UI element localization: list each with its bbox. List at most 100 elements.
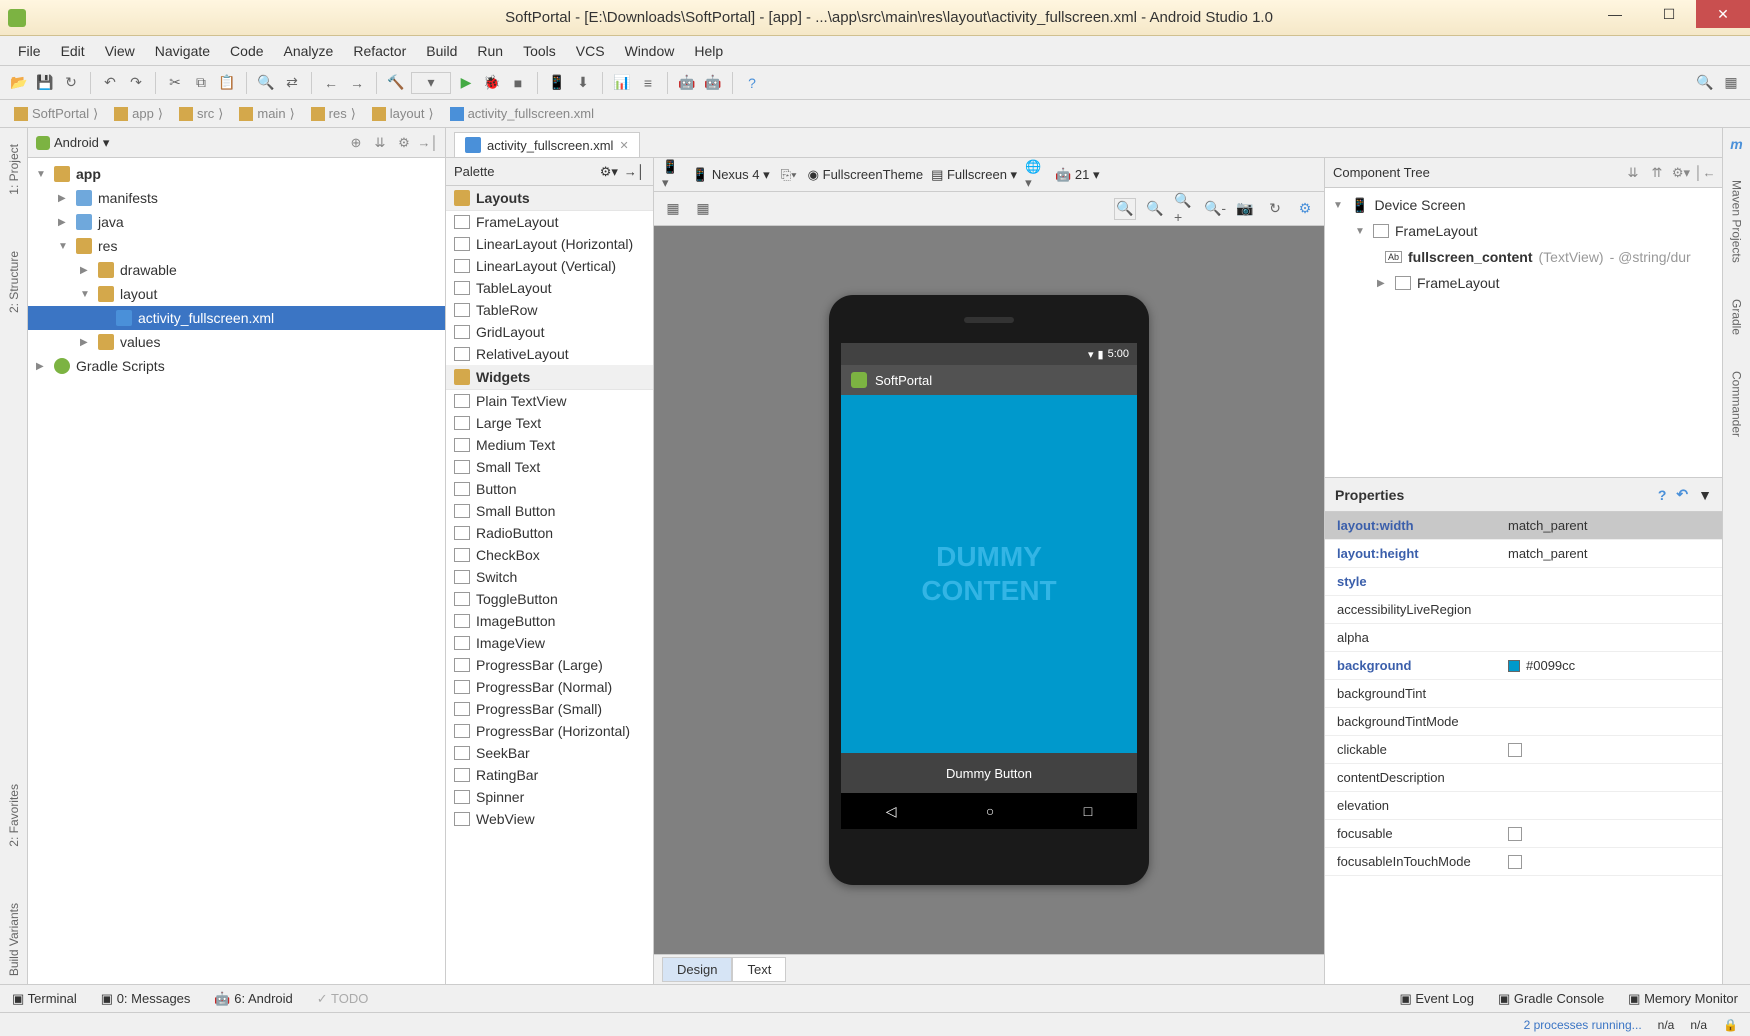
menu-analyze[interactable]: Analyze [274, 39, 344, 63]
stop-icon[interactable]: ■ [507, 72, 529, 94]
comp-frame[interactable]: ▼FrameLayout [1325, 218, 1722, 244]
gear-icon[interactable]: ⚙▾ [1672, 164, 1690, 182]
palette-item[interactable]: CheckBox [446, 544, 653, 566]
palette-item[interactable]: SeekBar [446, 742, 653, 764]
menu-window[interactable]: Window [615, 39, 685, 63]
comp-frame2[interactable]: ▶FrameLayout [1325, 270, 1722, 296]
hide-icon[interactable]: →│ [419, 134, 437, 152]
palette-item[interactable]: WebView [446, 808, 653, 830]
palette-item[interactable]: RadioButton [446, 522, 653, 544]
locale-icon[interactable]: 🌐▾ [1025, 164, 1047, 186]
menu-build[interactable]: Build [416, 39, 467, 63]
run-config-dropdown[interactable]: ▾ [411, 72, 451, 94]
help-icon[interactable]: ? [741, 72, 763, 94]
tree-activity-file[interactable]: activity_fullscreen.xml [28, 306, 445, 330]
breadcrumb-item[interactable]: src ⟩ [173, 104, 229, 124]
save-icon[interactable]: 💾 [34, 72, 56, 94]
breadcrumb-item[interactable]: SoftPortal ⟩ [8, 104, 104, 124]
sdk-icon[interactable]: ⬇ [572, 72, 594, 94]
tree-res[interactable]: ▼res [28, 234, 445, 258]
design-canvas[interactable]: ▾ ▮ 5:00 SoftPortal DUMMYCONTENT [654, 226, 1324, 954]
palette-item[interactable]: ImageButton [446, 610, 653, 632]
prop-row[interactable]: elevation [1325, 792, 1722, 820]
tool-gradle-console[interactable]: ▣ Gradle Console [1498, 991, 1604, 1007]
comp-device[interactable]: ▼📱Device Screen [1325, 192, 1722, 218]
menu-vcs[interactable]: VCS [566, 39, 615, 63]
palette-item[interactable]: LinearLayout (Vertical) [446, 255, 653, 277]
zoom-out-icon[interactable]: 🔍- [1204, 198, 1226, 220]
palette-item[interactable]: Switch [446, 566, 653, 588]
palette-item[interactable]: ProgressBar (Normal) [446, 676, 653, 698]
copy-icon[interactable]: ⧉ [190, 72, 212, 94]
avd-icon[interactable]: 📱 [546, 72, 568, 94]
search-icon[interactable]: 🔍 [1694, 72, 1716, 94]
rail-gradle[interactable]: Gradle [1730, 291, 1744, 343]
palette-item[interactable]: Spinner [446, 786, 653, 808]
grid2-icon[interactable]: ▦ [692, 198, 714, 220]
breadcrumb-item[interactable]: main ⟩ [233, 104, 300, 124]
palette-item[interactable]: Button [446, 478, 653, 500]
rail-maven[interactable]: Maven Projects [1730, 172, 1744, 271]
menu-help[interactable]: Help [684, 39, 733, 63]
palette-item[interactable]: Small Text [446, 456, 653, 478]
breadcrumb-item[interactable]: layout ⟩ [366, 104, 440, 124]
minimize-button[interactable]: — [1588, 0, 1642, 28]
comp-content[interactable]: Abfullscreen_content (TextView) - @strin… [1325, 244, 1722, 270]
collapse-icon[interactable]: ⇊ [371, 134, 389, 152]
palette-item[interactable]: TableLayout [446, 277, 653, 299]
revert-icon[interactable]: ↶ [1676, 486, 1688, 503]
prop-row[interactable]: focusableInTouchMode [1325, 848, 1722, 876]
make-icon[interactable]: 🔨 [385, 72, 407, 94]
prop-row[interactable]: focusable [1325, 820, 1722, 848]
variant-dropdown[interactable]: ▤ Fullscreen ▾ [931, 167, 1017, 183]
palette-item[interactable]: Small Button [446, 500, 653, 522]
palette-item[interactable]: ProgressBar (Horizontal) [446, 720, 653, 742]
breadcrumb-item[interactable]: res ⟩ [305, 104, 362, 124]
android-view-dropdown[interactable]: Android ▾ [36, 135, 109, 151]
find-icon[interactable]: 🔍 [255, 72, 277, 94]
tree-drawable[interactable]: ▶drawable [28, 258, 445, 282]
sync-icon[interactable]: ↻ [60, 72, 82, 94]
collapse-icon[interactable]: ⇈ [1648, 164, 1666, 182]
device-dropdown[interactable]: 📱 Nexus 4 ▾ [692, 167, 770, 183]
snapshot-icon[interactable]: 📷 [1234, 198, 1256, 220]
palette-item[interactable]: ProgressBar (Small) [446, 698, 653, 720]
api-dropdown[interactable]: 🤖 21 ▾ [1055, 167, 1099, 183]
redo-icon[interactable]: ↷ [125, 72, 147, 94]
android-icon2[interactable]: 🤖 [702, 72, 724, 94]
tree-app[interactable]: ▼app [28, 162, 445, 186]
menu-run[interactable]: Run [467, 39, 513, 63]
palette-gear-icon[interactable]: ⚙▾ [600, 164, 618, 180]
gear-icon[interactable]: ⚙ [395, 134, 413, 152]
help-icon[interactable]: ? [1658, 487, 1667, 503]
menu-tools[interactable]: Tools [513, 39, 566, 63]
tool-android[interactable]: 🤖 6: Android [214, 991, 292, 1007]
expand-icon[interactable]: ⇊ [1624, 164, 1642, 182]
rail-commander[interactable]: Commander [1730, 363, 1744, 445]
palette-hide-icon[interactable]: →│ [624, 164, 645, 179]
tool-terminal[interactable]: ▣ Terminal [12, 991, 77, 1007]
rail-build-variants[interactable]: Build Variants [7, 895, 21, 984]
rail-structure[interactable]: 2: Structure [7, 243, 21, 321]
run-icon[interactable]: ▶ [455, 72, 477, 94]
tool-messages[interactable]: ▣ 0: Messages [101, 991, 191, 1007]
palette-item[interactable]: ImageView [446, 632, 653, 654]
tree-manifests[interactable]: ▶manifests [28, 186, 445, 210]
config-icon[interactable]: ⎘▾ [778, 164, 800, 186]
prop-row[interactable]: layout:widthmatch_parent [1325, 512, 1722, 540]
menu-view[interactable]: View [95, 39, 145, 63]
palette-item[interactable]: RelativeLayout [446, 343, 653, 365]
tool-eventlog[interactable]: ▣ Event Log [1399, 991, 1473, 1007]
tab-text[interactable]: Text [732, 957, 786, 982]
palette-item[interactable]: Plain TextView [446, 390, 653, 412]
palette-item[interactable]: Medium Text [446, 434, 653, 456]
tree-java[interactable]: ▶java [28, 210, 445, 234]
status-lock-icon[interactable]: 🔒 [1723, 1018, 1738, 1032]
menu-file[interactable]: File [8, 39, 51, 63]
close-button[interactable]: ✕ [1696, 0, 1750, 28]
target-icon[interactable]: ⊕ [347, 134, 365, 152]
prop-row[interactable]: alpha [1325, 624, 1722, 652]
palette-item[interactable]: ToggleButton [446, 588, 653, 610]
filter-icon[interactable]: ▼ [1698, 487, 1712, 503]
menu-code[interactable]: Code [220, 39, 273, 63]
